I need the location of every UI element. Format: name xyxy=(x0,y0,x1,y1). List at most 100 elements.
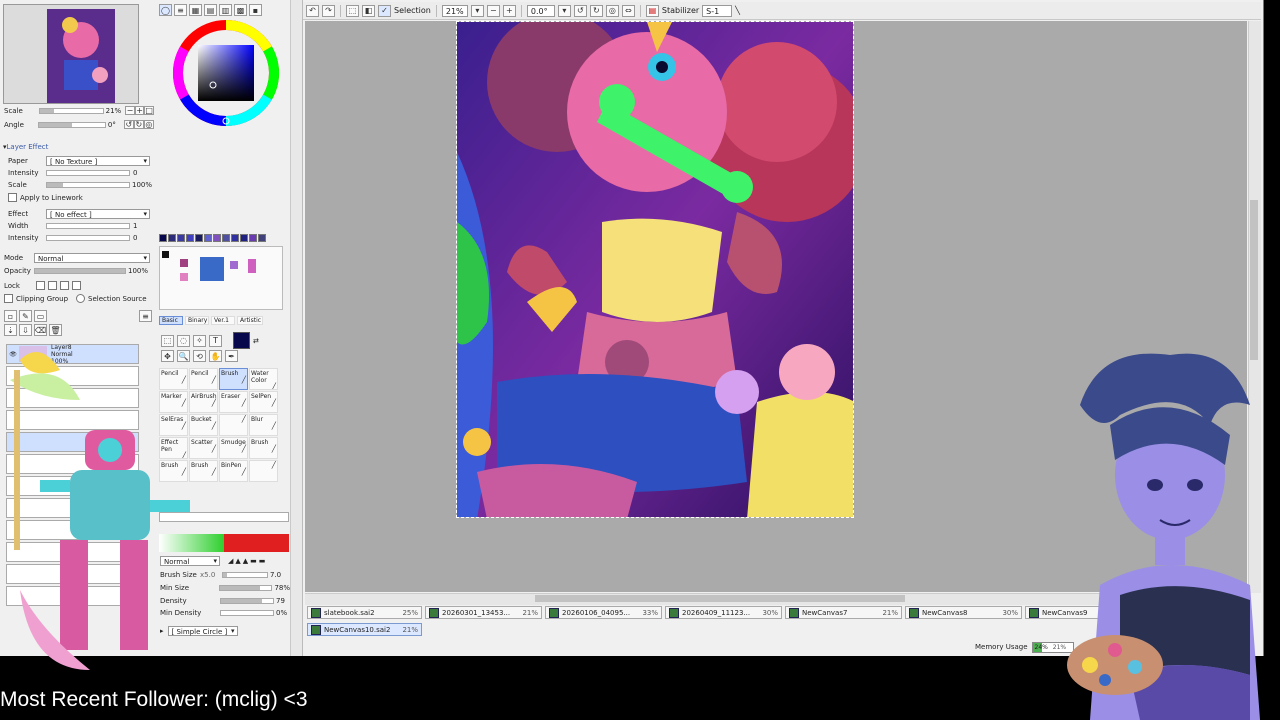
swatch[interactable] xyxy=(186,234,194,242)
apply-linework-checkbox[interactable] xyxy=(8,193,17,202)
lock-alpha-checkbox[interactable] xyxy=(60,281,69,290)
invert-selection-button[interactable]: ◧ xyxy=(362,4,375,17)
document-tab-active[interactable]: NewCanvas10.sai2 21% xyxy=(307,623,422,636)
vertical-scroll-thumb[interactable] xyxy=(1250,200,1258,360)
color-wheel-mode-button[interactable]: ◯ xyxy=(159,4,172,16)
tool-button[interactable]: ╱ xyxy=(219,414,248,436)
clipping-group-checkbox[interactable] xyxy=(4,294,13,303)
min-density-slider[interactable] xyxy=(220,610,274,616)
zoom-in-button[interactable]: + xyxy=(134,106,145,115)
merge-down-button[interactable]: ⇣ xyxy=(4,324,17,336)
brush-size-multiplier[interactable]: x5.0 xyxy=(200,571,222,579)
swatch[interactable] xyxy=(258,234,266,242)
show-selection-checkbox[interactable]: ✓ xyxy=(378,4,391,17)
zoom-out-button[interactable]: − xyxy=(125,106,135,115)
angle-slider[interactable] xyxy=(37,121,106,128)
artwork-canvas[interactable] xyxy=(456,21,854,518)
blend-mode-dropdown[interactable]: Normal xyxy=(34,253,150,263)
swatch-mode-button[interactable]: ▦ xyxy=(189,4,202,16)
panel-scrollbar[interactable] xyxy=(291,0,303,656)
swatch[interactable] xyxy=(222,234,230,242)
tool-button[interactable]: Blur ╱ xyxy=(249,414,278,436)
document-tab[interactable]: NewCanvas7 21% xyxy=(785,606,902,619)
swatch[interactable] xyxy=(195,234,203,242)
rotate-ccw-button[interactable]: ↺ xyxy=(573,4,587,17)
flip-horizontal-button[interactable]: ⇔ xyxy=(621,4,635,17)
scratchpad[interactable] xyxy=(159,246,283,310)
swap-colors-icon[interactable]: ⇄ xyxy=(253,337,259,345)
document-tab[interactable]: 20260301_13453... 21% xyxy=(425,606,542,619)
zoom-field[interactable]: 21% xyxy=(441,4,468,17)
paper-scale-slider[interactable] xyxy=(46,182,130,188)
tool-button[interactable]: Scatter ╱ xyxy=(189,437,218,459)
scratchpad-mode-button[interactable]: ▤ xyxy=(204,4,217,16)
clear-layer-button[interactable]: ⌫ xyxy=(34,324,47,336)
document-tab[interactable]: NewCanvas8 30% xyxy=(905,606,1022,619)
new-linework-layer-button[interactable]: ✎ xyxy=(19,310,32,322)
rotation-dropdown-icon[interactable]: ▾ xyxy=(557,4,571,17)
tool-button[interactable]: SelPen ╱ xyxy=(249,391,278,413)
swatch[interactable] xyxy=(249,234,257,242)
rotation-field[interactable]: 0.0° xyxy=(526,4,555,17)
paper-intensity-slider[interactable] xyxy=(46,170,130,176)
selection-source-radio[interactable] xyxy=(76,294,86,303)
rotate-reset-button[interactable]: ◎ xyxy=(143,120,154,129)
swatch[interactable] xyxy=(213,234,221,242)
lock-all-checkbox[interactable] xyxy=(72,281,81,290)
new-layer-button[interactable]: ▫ xyxy=(4,310,17,322)
rotate-cw-button[interactable]: ↻ xyxy=(589,4,603,17)
zoom-reset-button[interactable]: □ xyxy=(144,106,154,115)
rotate-right-button[interactable]: ↻ xyxy=(133,120,144,129)
swatch[interactable] xyxy=(159,234,167,242)
rotate-reset-toolbar-button[interactable]: ◎ xyxy=(605,4,619,17)
undo-button[interactable]: ↶ xyxy=(306,4,319,17)
grid-mode-button[interactable]: ▩ xyxy=(234,4,247,16)
tool-button[interactable]: Pencil ╱ xyxy=(189,368,218,390)
toolbar-zoom-in-button[interactable]: + xyxy=(502,4,516,17)
swatch[interactable] xyxy=(231,234,239,242)
tool-button[interactable]: Smudge ╱ xyxy=(219,437,248,459)
horizontal-scroll-thumb[interactable] xyxy=(535,595,905,602)
effect-intensity-slider[interactable] xyxy=(46,235,130,241)
rotate-left-button[interactable]: ↺ xyxy=(123,120,134,129)
lock-move-checkbox[interactable] xyxy=(48,281,57,290)
palette-mode-button[interactable]: ▥ xyxy=(219,4,232,16)
opacity-slider[interactable] xyxy=(34,268,126,274)
brush-size-slider[interactable] xyxy=(222,572,268,578)
tool-button[interactable]: BinPen ╱ xyxy=(219,460,248,482)
text-tool-icon[interactable]: T xyxy=(209,334,222,347)
rotate-tool-icon[interactable]: ⟲ xyxy=(193,350,206,362)
tab-basic[interactable]: Basic xyxy=(159,316,183,325)
tool-button[interactable]: AirBrush ╱ xyxy=(189,391,218,413)
tab-artistic[interactable]: Artistic xyxy=(237,316,263,325)
transfer-down-button[interactable]: ⇩ xyxy=(19,324,32,336)
color-wheel[interactable] xyxy=(171,18,281,128)
pen-pressure-icon[interactable]: ╲ xyxy=(735,6,740,15)
eyedropper-icon[interactable]: ✒ xyxy=(225,350,238,362)
redo-button[interactable]: ↷ xyxy=(322,4,335,17)
magic-wand-icon[interactable]: ✧ xyxy=(193,334,206,347)
panel-options-button[interactable]: ▪ xyxy=(249,4,262,16)
swatch[interactable] xyxy=(204,234,212,242)
navigator-preview[interactable] xyxy=(3,4,139,104)
scale-slider[interactable] xyxy=(38,107,104,114)
tool-button[interactable]: Bucket ╱ xyxy=(189,414,218,436)
tool-button[interactable]: Brush ╱ xyxy=(219,368,248,390)
tool-button[interactable]: Eraser ╱ xyxy=(219,391,248,413)
tool-button[interactable]: Brush ╱ xyxy=(249,437,278,459)
toolbar-zoom-out-button[interactable]: − xyxy=(486,4,500,17)
document-tab[interactable]: 20260106_04095... 33% xyxy=(545,606,662,619)
deselect-button[interactable]: ⬚ xyxy=(346,4,359,17)
tool-button[interactable]: Brush ╱ xyxy=(189,460,218,482)
swatch[interactable] xyxy=(168,234,176,242)
hand-tool-icon[interactable]: ✋ xyxy=(209,350,222,362)
tab-ver1[interactable]: Ver.1 xyxy=(211,316,235,325)
zoom-dropdown-icon[interactable]: ▾ xyxy=(470,4,484,17)
tool-button[interactable]: ╱ xyxy=(249,460,278,482)
delete-layer-button[interactable]: 🗑 xyxy=(49,324,62,336)
swatch[interactable] xyxy=(240,234,248,242)
current-color-swatch[interactable] xyxy=(233,332,250,349)
tab-binary[interactable]: Binary xyxy=(185,316,209,325)
brush-shape-presets[interactable]: ◢▲▲▬▬ xyxy=(228,557,267,565)
document-tab[interactable]: slatebook.sai2 25% xyxy=(307,606,422,619)
